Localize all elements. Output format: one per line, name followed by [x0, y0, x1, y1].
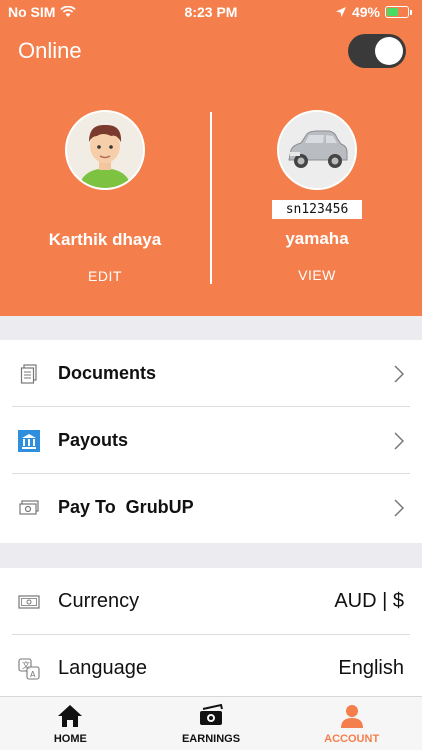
driver-name: Karthik dhaya [48, 230, 162, 249]
battery-icon [385, 6, 409, 18]
bank-icon [18, 429, 40, 452]
vehicle-name: yamaha [285, 229, 349, 248]
svg-text:A: A [30, 670, 36, 679]
payouts-label: Payouts [58, 430, 129, 450]
account-header: No SIM 8:23 PM 49% Online Karthik dhaya … [0, 0, 422, 316]
driver-avatar-icon [67, 112, 143, 188]
tab-home-label: HOME [53, 733, 87, 745]
tab-account-label: ACCOUNT [324, 733, 380, 745]
earnings-icon [200, 703, 223, 725]
driver-avatar [65, 110, 145, 190]
account-icon [340, 705, 363, 728]
currency-label: Currency [58, 590, 140, 612]
tab-account[interactable]: ACCOUNT [281, 697, 422, 750]
view-vehicle-link[interactable]: VIEW [212, 267, 422, 283]
currency-value: AUD | $ [334, 590, 404, 612]
car-icon [279, 112, 355, 188]
battery-percent: 49% [351, 4, 380, 20]
payouts-row[interactable]: Payouts [0, 407, 422, 474]
tab-bar: HOME EARNINGS ACCOUNT [0, 696, 422, 750]
translate-icon: 文 A [18, 657, 40, 680]
vehicle-avatar [277, 110, 357, 190]
tab-earnings-label: EARNINGS [181, 733, 241, 745]
currency-row[interactable]: Currency AUD | $ [0, 568, 422, 635]
documents-row[interactable]: Documents [0, 340, 422, 407]
language-label: Language [58, 657, 147, 679]
document-icon [20, 363, 37, 384]
online-toggle[interactable] [348, 34, 406, 68]
settings-menu: Currency AUD | $ 文 A Language English [0, 568, 422, 696]
money-icon [19, 499, 39, 515]
location-arrow-icon [335, 7, 346, 17]
documents-label: Documents [58, 363, 157, 383]
cash-icon [18, 594, 40, 609]
vehicle-profile: sn123456 yamaha VIEW [212, 110, 422, 283]
driver-profile: Karthik dhaya EDIT [0, 110, 210, 284]
toggle-knob [375, 37, 403, 65]
chevron-right-icon [394, 431, 404, 450]
license-plate: sn123456 [271, 200, 363, 219]
online-status-label: Online [18, 38, 82, 63]
chevron-right-icon [394, 364, 404, 383]
pay-to-grubup-label: Pay To GrubUP [58, 497, 194, 517]
svg-text:文: 文 [22, 660, 30, 670]
tab-home[interactable]: HOME [0, 697, 141, 750]
language-value: English [338, 657, 404, 679]
account-menu: Documents Payouts Pay To GrubUP [0, 340, 422, 543]
home-icon [58, 705, 83, 727]
language-row[interactable]: 文 A Language English [0, 635, 422, 702]
status-bar: No SIM 8:23 PM 49% [0, 0, 422, 24]
pay-to-grubup-row[interactable]: Pay To GrubUP [0, 474, 422, 541]
chevron-right-icon [394, 498, 404, 517]
edit-profile-link[interactable]: EDIT [0, 268, 210, 284]
tab-earnings[interactable]: EARNINGS [141, 697, 282, 750]
